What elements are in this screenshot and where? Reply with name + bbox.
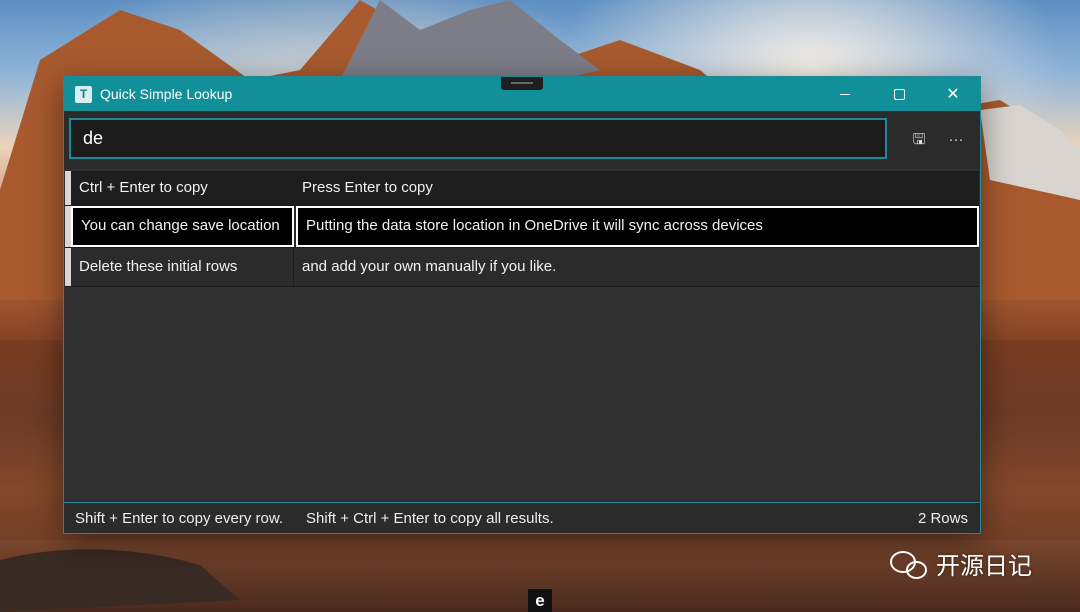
table-cell-key[interactable]: Ctrl + Enter to copy: [71, 171, 294, 205]
title-bar[interactable]: T Quick Simple Lookup ✕: [64, 77, 980, 111]
table-cell-value[interactable]: Putting the data store location in OneDr…: [296, 206, 979, 247]
table-row[interactable]: Ctrl + Enter to copy Press Enter to copy: [65, 171, 979, 206]
table-cell-key[interactable]: You can change save location: [71, 206, 294, 247]
copy-row-hint: Shift + Enter to copy every row.: [75, 509, 284, 527]
more-options-button[interactable]: ···: [944, 128, 968, 152]
wechat-icon: [890, 549, 928, 579]
app-window: T Quick Simple Lookup ✕ 🖫 ··· Ctrl + Ent…: [63, 76, 981, 534]
save-location-button[interactable]: 🖫: [907, 128, 931, 152]
close-button[interactable]: ✕: [926, 77, 980, 111]
taskbar-letter: e: [528, 589, 552, 612]
window-controls: ✕: [818, 77, 980, 111]
search-area: 🖫 ···: [64, 111, 980, 169]
app-icon: T: [75, 85, 92, 103]
drag-handle[interactable]: [501, 77, 543, 90]
copy-all-hint: Shift + Ctrl + Enter to copy all results…: [306, 509, 554, 527]
table-row[interactable]: Delete these initial rows and add your o…: [65, 248, 979, 287]
row-count: 2 Rows: [917, 509, 968, 527]
search-input[interactable]: [69, 118, 887, 159]
maximize-icon: [893, 88, 905, 100]
table-row-selected[interactable]: You can change save location Putting the…: [65, 206, 979, 248]
watermark: 开源日记: [890, 546, 1032, 581]
save-icon: 🖫: [912, 131, 926, 148]
minimize-icon: [840, 93, 850, 95]
table-cell-value[interactable]: Press Enter to copy: [294, 171, 979, 205]
results-grid: Ctrl + Enter to copy Press Enter to copy…: [65, 171, 979, 287]
table-cell-value[interactable]: and add your own manually if you like.: [294, 248, 979, 286]
minimize-button[interactable]: [818, 77, 872, 111]
watermark-text: 开源日记: [936, 552, 1032, 580]
maximize-button[interactable]: [872, 77, 926, 111]
status-bar: Shift + Enter to copy every row. Shift +…: [64, 502, 980, 533]
table-cell-key[interactable]: Delete these initial rows: [71, 248, 294, 286]
window-title: Quick Simple Lookup: [100, 86, 233, 102]
close-icon: ✕: [946, 86, 960, 103]
